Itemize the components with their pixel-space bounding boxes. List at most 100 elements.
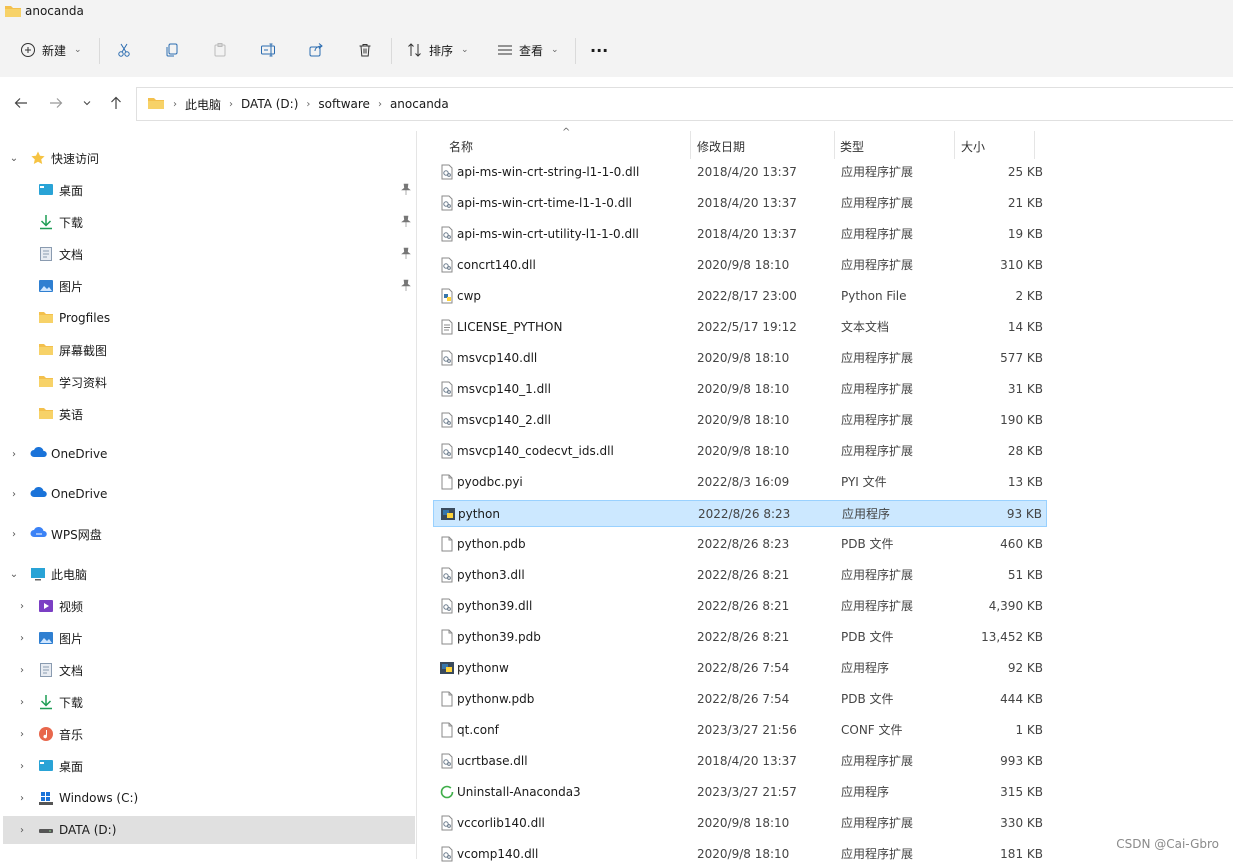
pin-icon[interactable] <box>401 247 411 262</box>
file-row[interactable]: LICENSE_PYTHON 2022/5/17 19:12 文本文档 14 KB <box>433 314 1047 341</box>
pin-icon[interactable] <box>401 183 411 198</box>
sidebar-item-music[interactable]: › 音乐 <box>0 720 416 748</box>
file-row[interactable]: pyodbc.pyi 2022/8/3 16:09 PYI 文件 13 KB <box>433 469 1047 496</box>
sidebar-item-pc-documents[interactable]: › 文档 <box>0 656 416 684</box>
file-row[interactable]: msvcp140_1.dll 2020/9/8 18:10 应用程序扩展 31 KB <box>433 376 1047 403</box>
back-button[interactable] <box>11 94 31 114</box>
sidebar-item-videos[interactable]: › 视频 <box>0 592 416 620</box>
chevron-right-icon[interactable]: › <box>16 825 28 836</box>
file-row[interactable]: Uninstall-Anaconda3 2023/3/27 21:57 应用程序 31… <box>433 779 1047 806</box>
chevron-right-icon[interactable]: › <box>8 449 20 460</box>
file-row[interactable]: ucrtbase.dll 2018/4/20 13:37 应用程序扩展 993 KB <box>433 748 1047 775</box>
sidebar-item-pc-desktop[interactable]: › 桌面 <box>0 752 416 780</box>
file-row[interactable]: api-ms-win-crt-utility-l1-1-0.dll 2018/4/… <box>433 221 1047 248</box>
column-divider[interactable] <box>1034 131 1035 159</box>
chevron-right-icon[interactable]: › <box>16 761 28 772</box>
file-row[interactable]: qt.conf 2023/3/27 21:56 CONF 文件 1 KB <box>433 717 1047 744</box>
file-row[interactable]: api-ms-win-crt-string-l1-1-0.dll 2018/4/2… <box>433 159 1047 186</box>
sidebar-item-onedrive-1[interactable]: › OneDrive <box>0 440 416 468</box>
file-date: 2020/9/8 18:10 <box>697 413 790 427</box>
rename-button[interactable] <box>260 36 276 64</box>
file-row[interactable]: python3.dll 2022/8/26 8:21 应用程序扩展 51 KB <box>433 562 1047 589</box>
sidebar-item-documents[interactable]: 文档 <box>0 240 416 268</box>
chevron-right-icon[interactable]: › <box>16 697 28 708</box>
sidebar-item-label: 英语 <box>59 407 84 422</box>
file-date: 2020/9/8 18:10 <box>697 351 790 365</box>
sidebar-item-english[interactable]: 英语 <box>0 400 416 428</box>
sidebar-item-drive-d[interactable]: › DATA (D:) <box>3 816 415 844</box>
paste-button[interactable] <box>212 36 228 64</box>
column-header-type[interactable]: 类型 <box>840 131 864 161</box>
file-row[interactable]: msvcp140_codecvt_ids.dll 2020/9/8 18:10 应用… <box>433 438 1047 465</box>
sidebar-item-label: 此电脑 <box>51 567 88 582</box>
view-button[interactable]: 查看 ⌄ <box>497 36 559 64</box>
crumb-data-drive[interactable]: DATA (D:) <box>241 97 298 111</box>
chevron-right-icon[interactable]: › <box>16 633 28 644</box>
address-bar[interactable]: › 此电脑 › DATA (D:) › software › anocanda <box>136 87 1233 121</box>
column-divider[interactable] <box>834 131 835 159</box>
column-header-size[interactable]: 大小 <box>961 131 985 161</box>
file-row[interactable]: python 2022/8/26 8:23 应用程序 93 KB <box>433 500 1047 527</box>
chevron-right-icon[interactable]: › <box>8 529 20 540</box>
chevron-right-icon[interactable]: › <box>16 601 28 612</box>
column-divider[interactable] <box>690 131 691 159</box>
pin-icon[interactable] <box>401 215 411 230</box>
file-row[interactable]: cwp 2022/8/17 23:00 Python File 2 KB <box>433 283 1047 310</box>
sidebar-item-desktop[interactable]: 桌面 <box>0 176 416 204</box>
chevron-right-icon[interactable]: › <box>16 729 28 740</box>
file-row[interactable]: concrt140.dll 2020/9/8 18:10 应用程序扩展 310 KB <box>433 252 1047 279</box>
file-row[interactable]: pythonw 2022/8/26 7:54 应用程序 92 KB <box>433 655 1047 682</box>
crumb-anocanda[interactable]: anocanda <box>390 97 449 111</box>
delete-button[interactable] <box>357 36 373 64</box>
column-header-name[interactable]: 名称 <box>449 131 473 161</box>
sidebar-item-pc-downloads[interactable]: › 下载 <box>0 688 416 716</box>
chevron-down-icon[interactable]: ⌄ <box>8 153 20 164</box>
sidebar-item-onedrive-2[interactable]: › OneDrive <box>0 480 416 508</box>
sidebar-item-screenshots[interactable]: 屏幕截图 <box>0 336 416 364</box>
file-size: 92 KB <box>1007 661 1043 675</box>
sidebar-item-pc-pictures[interactable]: › 图片 <box>0 624 416 652</box>
blank-file-icon <box>439 722 455 738</box>
sidebar-item-study[interactable]: 学习资料 <box>0 368 416 396</box>
crumb-software[interactable]: software <box>318 97 370 111</box>
crumb-this-pc[interactable]: 此电脑 <box>185 96 221 113</box>
chevron-right-icon[interactable]: › <box>16 665 28 676</box>
drive-icon <box>38 822 54 838</box>
file-list: ^ 名称 修改日期 类型 大小 api-ms-win-crt-string-l1… <box>417 127 1233 862</box>
file-row[interactable]: python.pdb 2022/8/26 8:23 PDB 文件 460 KB <box>433 531 1047 558</box>
column-header-date[interactable]: 修改日期 <box>697 131 745 161</box>
copy-button[interactable] <box>164 36 180 64</box>
column-divider[interactable] <box>954 131 955 159</box>
sidebar-item-this-pc[interactable]: ⌄ 此电脑 <box>0 560 416 588</box>
file-row[interactable]: pythonw.pdb 2022/8/26 7:54 PDB 文件 444 KB <box>433 686 1047 713</box>
chevron-right-icon[interactable]: › <box>8 489 20 500</box>
chevron-right-icon[interactable]: › <box>16 793 28 804</box>
chevron-down-icon[interactable]: ⌄ <box>8 569 20 580</box>
share-button[interactable] <box>308 36 324 64</box>
pin-icon[interactable] <box>401 279 411 294</box>
recent-locations-button[interactable] <box>77 94 97 114</box>
file-name: msvcp140_2.dll <box>457 413 551 427</box>
forward-button[interactable] <box>46 94 66 114</box>
file-row[interactable]: vccorlib140.dll 2020/9/8 18:10 应用程序扩展 330 K… <box>433 810 1047 837</box>
sidebar-item-pictures[interactable]: 图片 <box>0 272 416 300</box>
sidebar-item-drive-c[interactable]: › Windows (C:) <box>0 784 416 812</box>
share-icon <box>308 42 324 58</box>
file-row[interactable]: vcomp140.dll 2020/9/8 18:10 应用程序扩展 181 KB <box>433 841 1047 868</box>
new-button[interactable]: 新建 ⌄ <box>20 36 82 64</box>
file-row[interactable]: api-ms-win-crt-time-l1-1-0.dll 2018/4/20 … <box>433 190 1047 217</box>
file-row[interactable]: msvcp140.dll 2020/9/8 18:10 应用程序扩展 577 KB <box>433 345 1047 372</box>
file-row[interactable]: python39.pdb 2022/8/26 8:21 PDB 文件 13,452 K… <box>433 624 1047 651</box>
sidebar-item-label: 下载 <box>59 215 84 230</box>
view-list-icon <box>497 42 513 58</box>
more-button[interactable]: ··· <box>590 36 608 64</box>
sidebar-item-wps-cloud[interactable]: › WPS网盘 <box>0 520 416 548</box>
sidebar-item-quick-access[interactable]: ⌄ 快速访问 <box>0 144 416 172</box>
file-row[interactable]: msvcp140_2.dll 2020/9/8 18:10 应用程序扩展 190 KB <box>433 407 1047 434</box>
sidebar-item-progfiles[interactable]: Progfiles <box>0 304 416 332</box>
file-row[interactable]: python39.dll 2022/8/26 8:21 应用程序扩展 4,390 KB <box>433 593 1047 620</box>
sidebar-item-downloads[interactable]: 下载 <box>0 208 416 236</box>
up-button[interactable] <box>106 94 126 114</box>
cut-button[interactable] <box>116 36 132 64</box>
sort-button[interactable]: 排序 ⌄ <box>407 36 469 64</box>
